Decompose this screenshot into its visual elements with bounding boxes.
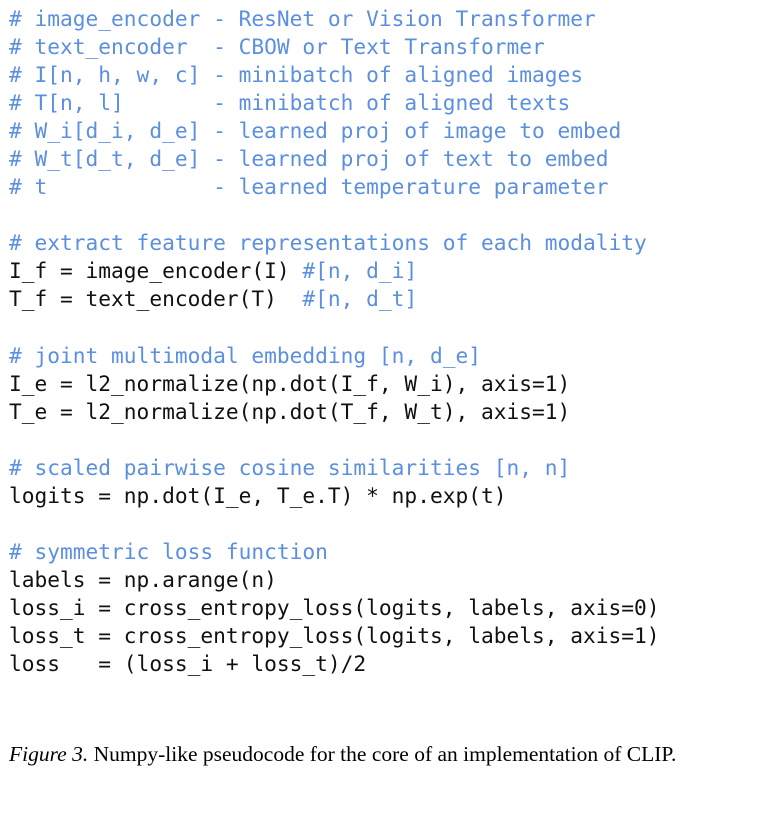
figure-caption: Figure 3. Numpy-like pseudocode for the …: [9, 741, 759, 768]
code-token: I_e = l2_normalize(np.dot(I_f, W_i), axi…: [9, 370, 571, 396]
code-line: I_f = image_encoder(I) #[n, d_i]: [9, 257, 771, 285]
comment-token: # image_encoder - ResNet or Vision Trans…: [9, 6, 596, 31]
code-line: # T[n, l] - minibatch of aligned texts: [9, 89, 771, 117]
code-line: labels = np.arange(n): [9, 566, 771, 594]
code-line: # extract feature representations of eac…: [9, 229, 771, 257]
comment-token: # W_t[d_t, d_e] - learned proj of text t…: [9, 146, 609, 172]
pseudocode-listing: # image_encoder - ResNet or Vision Trans…: [9, 5, 771, 678]
comment-token: # W_i[d_i, d_e] - learned proj of image …: [9, 118, 622, 144]
comment-token: # I[n, h, w, c] - minibatch of aligned i…: [9, 62, 584, 88]
figure-root: # image_encoder - ResNet or Vision Trans…: [0, 0, 771, 818]
code-line: # W_i[d_i, d_e] - learned proj of image …: [9, 117, 771, 145]
code-line: # joint multimodal embedding [n, d_e]: [9, 342, 771, 370]
comment-token: # symmetric loss function: [9, 538, 328, 564]
code-line: loss_i = cross_entropy_loss(logits, labe…: [9, 594, 771, 622]
code-line: loss_t = cross_entropy_loss(logits, labe…: [9, 622, 771, 650]
code-line: # t - learned temperature parameter: [9, 173, 771, 201]
comment-token: # extract feature representations of eac…: [9, 230, 647, 256]
code-line: logits = np.dot(I_e, T_e.T) * np.exp(t): [9, 482, 771, 510]
code-line: I_e = l2_normalize(np.dot(I_f, W_i), axi…: [9, 370, 771, 398]
comment-token: # joint multimodal embedding [n, d_e]: [9, 342, 481, 368]
code-token: loss_i = cross_entropy_loss(logits, labe…: [9, 594, 660, 620]
code-line: loss = (loss_i + loss_t)/2: [9, 650, 771, 678]
comment-token: # t - learned temperature parameter: [9, 174, 609, 200]
code-line: # text_encoder - CBOW or Text Transforme…: [9, 33, 771, 61]
code-token: loss_t = cross_entropy_loss(logits, labe…: [9, 623, 660, 649]
code-line: # image_encoder - ResNet or Vision Trans…: [9, 5, 771, 33]
code-token: labels = np.arange(n): [9, 566, 277, 592]
code-token: T_f = text_encoder(T): [9, 286, 303, 312]
comment-token: #[n, d_t]: [302, 286, 418, 312]
comment-token: # scaled pairwise cosine similarities [n…: [9, 454, 571, 480]
comment-token: # T[n, l] - minibatch of aligned texts: [9, 90, 571, 116]
comment-token: #[n, d_i]: [302, 258, 418, 284]
code-token: T_e = l2_normalize(np.dot(T_f, W_t), axi…: [9, 398, 571, 424]
code-token: I_f = image_encoder(I): [9, 258, 303, 284]
code-token: logits = np.dot(I_e, T_e.T) * np.exp(t): [9, 482, 507, 508]
code-line: # symmetric loss function: [9, 538, 771, 566]
code-line: T_f = text_encoder(T) #[n, d_t]: [9, 285, 771, 313]
code-line: # W_t[d_t, d_e] - learned proj of text t…: [9, 145, 771, 173]
code-line: T_e = l2_normalize(np.dot(T_f, W_t), axi…: [9, 398, 771, 426]
figure-caption-label: Figure 3.: [9, 742, 89, 766]
figure-caption-text: Numpy-like pseudocode for the core of an…: [88, 742, 677, 766]
code-line: # scaled pairwise cosine similarities [n…: [9, 454, 771, 482]
code-line: # I[n, h, w, c] - minibatch of aligned i…: [9, 61, 771, 89]
comment-token: # text_encoder - CBOW or Text Transforme…: [9, 34, 545, 60]
code-token: loss = (loss_i + loss_t)/2: [9, 651, 367, 677]
